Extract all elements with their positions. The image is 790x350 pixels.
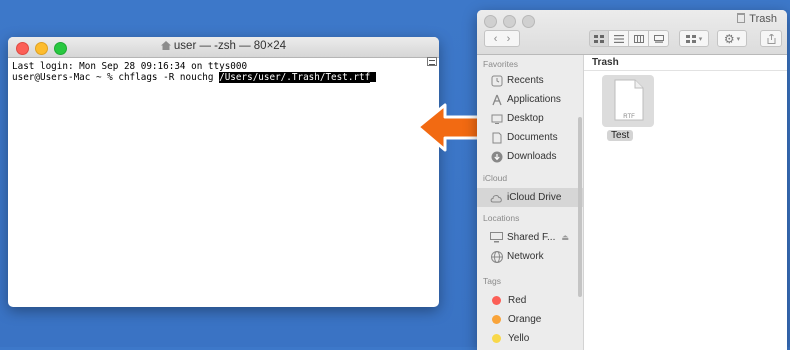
- sidebar-item-label: Network: [507, 251, 544, 262]
- sidebar-item-label: Shared F...: [507, 232, 556, 243]
- terminal-title: user — -zsh — 80×24: [173, 40, 287, 52]
- sidebar-item-label: iCloud Drive: [507, 192, 562, 203]
- command-line[interactable]: user@Users-Mac ~ % chflags -R nouchg /Us…: [12, 72, 435, 83]
- sidebar-item-downloads[interactable]: Downloads: [477, 147, 583, 166]
- finder-toolbar[interactable]: Trash ‹ › ▾ ⚙ ▾: [477, 10, 787, 55]
- red-tag-icon: [492, 296, 501, 305]
- eject-icon[interactable]: ⏏: [561, 233, 569, 242]
- command-prompt: user@Users-Mac ~ % chflags -R nouchg: [12, 72, 220, 83]
- sidebar-tag-yellow[interactable]: Yello: [477, 329, 583, 348]
- share-button[interactable]: [760, 30, 782, 47]
- sidebar-item-label: Yello: [508, 333, 530, 344]
- window-title: Trash: [749, 13, 777, 25]
- view-mode-selector[interactable]: [589, 30, 669, 47]
- scroll-indicator-icon[interactable]: [427, 57, 437, 66]
- sidebar-item-network[interactable]: Network: [477, 247, 583, 266]
- back-forward-buttons[interactable]: ‹ ›: [484, 30, 520, 47]
- network-icon: [490, 250, 503, 263]
- terminal-titlebar[interactable]: user — -zsh — 80×24: [8, 37, 439, 58]
- cloud-icon: [490, 191, 503, 204]
- finder-window[interactable]: Trash ‹ › ▾ ⚙ ▾ Favorites Recents Applica…: [477, 10, 787, 350]
- sidebar-item-label: Recents: [507, 75, 544, 86]
- sidebar-section-locations: Locations: [483, 213, 520, 223]
- sidebar-item-label: Red: [508, 295, 527, 306]
- applications-icon: [490, 93, 503, 106]
- column-view-icon[interactable]: [629, 30, 649, 47]
- finder-content[interactable]: Trash RTF Test: [584, 55, 787, 350]
- last-login-line: Last login: Mon Sep 28 09:16:34 on ttys0…: [12, 61, 248, 72]
- display-icon: [490, 231, 503, 244]
- icon-view-icon[interactable]: [589, 30, 609, 47]
- sidebar-item-label: Orange: [508, 314, 542, 325]
- terminal-output[interactable]: Last login: Mon Sep 28 09:16:34 on ttys0…: [8, 58, 439, 86]
- clock-icon: [490, 74, 503, 87]
- command-path-argument[interactable]: /Users/user/.Trash/Test.rtf: [219, 72, 371, 83]
- file-type-label: RTF: [623, 114, 635, 120]
- group-icon: [685, 34, 696, 43]
- orange-tag-icon: [492, 315, 501, 324]
- gear-icon: ⚙: [723, 31, 735, 46]
- yellow-tag-icon: [492, 334, 501, 343]
- action-button[interactable]: ⚙ ▾: [717, 30, 747, 47]
- sidebar-item-applications[interactable]: Applications: [477, 90, 583, 109]
- desktop-icon: [490, 112, 503, 125]
- sidebar-item-shared[interactable]: Shared F... ⏏: [477, 228, 583, 247]
- documents-icon: [490, 131, 503, 144]
- sidebar-scrollbar[interactable]: [578, 117, 582, 297]
- list-view-icon[interactable]: [609, 30, 629, 47]
- home-folder-icon: [160, 41, 171, 50]
- finder-sidebar[interactable]: Favorites Recents Applications Desktop D…: [477, 55, 584, 350]
- sidebar-item-icloud-drive[interactable]: iCloud Drive: [477, 188, 583, 207]
- terminal-window[interactable]: user — -zsh — 80×24 Last login: Mon Sep …: [8, 37, 439, 307]
- sidebar-item-desktop[interactable]: Desktop: [477, 109, 583, 128]
- sidebar-item-label: Applications: [507, 94, 561, 105]
- close-button[interactable]: [484, 15, 497, 28]
- sidebar-item-label: Documents: [507, 132, 558, 143]
- sidebar-section-favorites: Favorites: [483, 59, 518, 69]
- path-label: Trash: [592, 57, 619, 68]
- sidebar-tag-red[interactable]: Red: [477, 291, 583, 310]
- sidebar-item-label: Desktop: [507, 113, 544, 124]
- back-icon[interactable]: ‹: [494, 33, 498, 45]
- sidebar-item-label: Downloads: [507, 151, 557, 162]
- zoom-button[interactable]: [522, 15, 535, 28]
- forward-icon[interactable]: ›: [507, 33, 511, 45]
- group-by-button[interactable]: ▾: [679, 30, 709, 47]
- trash-icon: [737, 13, 746, 23]
- sidebar-item-documents[interactable]: Documents: [477, 128, 583, 147]
- gallery-view-icon[interactable]: [649, 30, 669, 47]
- sidebar-tag-orange[interactable]: Orange: [477, 310, 583, 329]
- downloads-icon: [490, 150, 503, 163]
- share-icon: [767, 33, 775, 44]
- sidebar-item-recents[interactable]: Recents: [477, 71, 583, 90]
- minimize-button[interactable]: [503, 15, 516, 28]
- text-cursor: [370, 72, 377, 82]
- sidebar-section-icloud: iCloud: [483, 173, 508, 183]
- file-name[interactable]: Test: [607, 130, 634, 141]
- sidebar-section-tags: Tags: [483, 276, 501, 286]
